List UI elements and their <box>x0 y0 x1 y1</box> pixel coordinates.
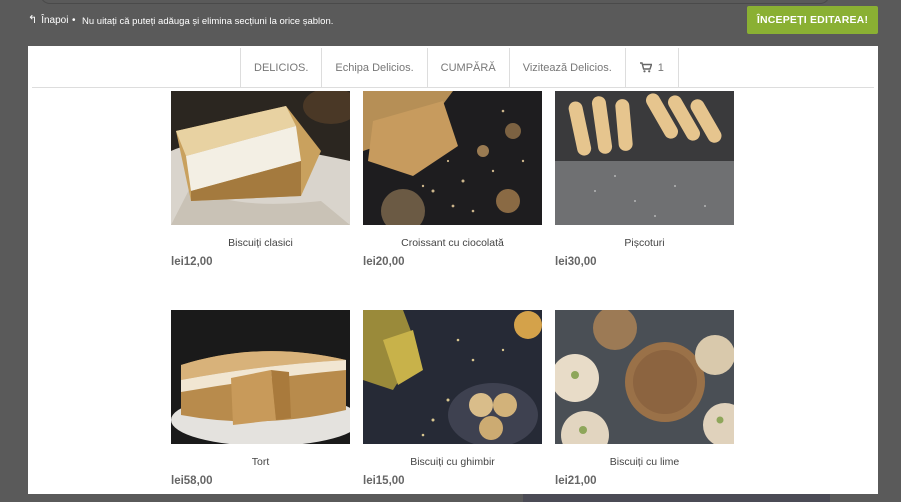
cart-count: 1 <box>657 61 664 74</box>
back-link[interactable]: ↰ Înapoi <box>28 14 69 27</box>
product-card[interactable]: Pișcoturi lei30,00 <box>555 91 734 268</box>
product-price: lei58,00 <box>171 475 213 487</box>
product-title[interactable]: Biscuiți cu ghimbir <box>363 456 542 468</box>
product-price: lei12,00 <box>171 256 213 268</box>
product-title[interactable]: Tort <box>171 456 350 468</box>
product-card[interactable]: Biscuiți cu lime lei21,00 <box>555 310 734 487</box>
product-image[interactable] <box>363 310 542 444</box>
product-price: lei20,00 <box>363 256 405 268</box>
product-card[interactable]: Tort lei58,00 <box>171 310 350 487</box>
product-card[interactable]: Biscuiți clasici lei12,00 <box>171 91 350 268</box>
product-price: lei30,00 <box>555 256 597 268</box>
product-image[interactable] <box>363 91 542 225</box>
product-card[interactable]: Croissant cu ciocolată lei20,00 <box>363 91 542 268</box>
product-image[interactable] <box>555 91 734 225</box>
product-image[interactable] <box>555 310 734 444</box>
nav-item-team[interactable]: Echipa Delicios. <box>322 48 428 87</box>
start-editing-button[interactable]: ÎNCEPEȚI EDITAREA! <box>747 6 878 34</box>
nav-item-visit[interactable]: Vizitează Delicios. <box>510 48 626 87</box>
bottom-strip <box>523 494 830 502</box>
topbar-edge <box>40 0 830 4</box>
site-nav: DELICIOS. Echipa Delicios. CUMPĂRĂ Vizit… <box>32 48 874 88</box>
editor-topbar: ↰ Înapoi • Nu uitați că puteți adăuga și… <box>0 0 901 46</box>
product-title[interactable]: Biscuiți clasici <box>171 237 350 249</box>
notice-text: Nu uitați că puteți adăuga și elimina se… <box>82 16 334 27</box>
nav-item-delicios[interactable]: DELICIOS. <box>241 48 323 87</box>
product-price: lei15,00 <box>363 475 405 487</box>
product-card[interactable]: Biscuiți cu ghimbir lei15,00 <box>363 310 542 487</box>
back-label: Înapoi <box>41 15 69 26</box>
product-price: lei21,00 <box>555 475 597 487</box>
product-image[interactable] <box>171 310 350 444</box>
product-image[interactable] <box>171 91 350 225</box>
product-title[interactable]: Biscuiți cu lime <box>555 456 734 468</box>
product-title[interactable]: Pișcoturi <box>555 237 734 249</box>
separator-dot: • <box>72 15 76 26</box>
reply-arrow-icon: ↰ <box>28 14 38 26</box>
nav-item-shop[interactable]: CUMPĂRĂ <box>428 48 510 87</box>
nav-cart[interactable]: 1 <box>626 48 679 87</box>
template-preview: DELICIOS. Echipa Delicios. CUMPĂRĂ Vizit… <box>28 46 878 494</box>
product-title[interactable]: Croissant cu ciocolată <box>363 237 542 249</box>
shopping-cart-icon <box>639 62 652 73</box>
